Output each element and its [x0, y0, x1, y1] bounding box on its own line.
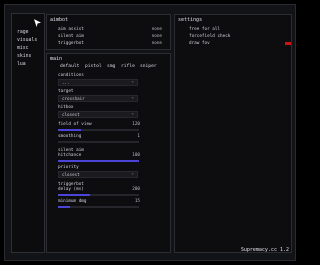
conditions-dropdown[interactable]: ... ⌄	[58, 79, 138, 86]
sidebar-item-visuals[interactable]: visuals	[17, 38, 37, 43]
sidebar-item-skins[interactable]: skins	[17, 54, 31, 59]
sidebar-item-lua[interactable]: lua	[17, 62, 26, 67]
chevron-down-icon: ⌄	[131, 79, 134, 84]
sidebar-item-rage[interactable]: rage	[17, 30, 29, 35]
minimum-dmg-label: minimum dmg	[58, 199, 87, 204]
field-of-view-fill	[58, 129, 81, 131]
chevron-down-icon: ⌄	[131, 95, 134, 100]
silent-aim-hitchance-slider[interactable]	[58, 160, 139, 162]
field-of-view-slider[interactable]	[58, 129, 139, 131]
triggerbot-delay-slider[interactable]	[58, 194, 139, 196]
chevron-down-icon: ⌄	[131, 111, 134, 116]
chevron-down-icon: ⌄	[131, 171, 134, 176]
priority-value: closest	[62, 172, 80, 177]
tab-smg[interactable]: smg	[107, 64, 115, 69]
target-label: target	[58, 89, 74, 94]
priority-label: priority	[58, 165, 79, 170]
field-of-view-value: 120	[132, 122, 140, 127]
tab-rifle[interactable]: rifle	[121, 64, 135, 69]
smoothing-label: smoothing	[58, 134, 82, 139]
main-panel: main default pistol smg rifle sniper con…	[46, 53, 171, 253]
hitbox-label: hitbox	[58, 105, 74, 110]
sidebar-item-misc[interactable]: misc	[17, 46, 29, 51]
smoothing-value: 1	[137, 134, 140, 139]
smoothing-slider[interactable]	[58, 141, 139, 143]
minimum-dmg-fill	[58, 206, 71, 208]
silent-aim-label: silent aim	[58, 34, 84, 39]
priority-dropdown[interactable]: closest ⌄	[58, 171, 138, 178]
sidebar: rage visuals misc skins lua	[11, 13, 45, 253]
aimbot-title: aimbot	[50, 17, 69, 23]
free-for-all-label: free for all	[189, 27, 221, 32]
field-of-view-label: field of view	[58, 122, 92, 127]
silent-aim-keybind[interactable]: none	[152, 34, 162, 39]
target-value: crosshair	[62, 96, 85, 101]
cursor-logo-icon	[34, 19, 41, 27]
main-title: main	[50, 56, 63, 62]
conditions-value: ...	[62, 80, 70, 85]
app-window: rage visuals misc skins lua aimbot aim a…	[4, 4, 296, 261]
hitbox-value: closest	[62, 112, 80, 117]
settings-title: settings	[178, 17, 203, 23]
triggerbot-delay-fill	[58, 194, 91, 196]
tab-pistol[interactable]: pistol	[85, 64, 102, 69]
tab-default[interactable]: default	[60, 64, 79, 69]
silent-aim-hitchance-label-2: hitchance	[58, 153, 82, 158]
draw-fov-color-swatch[interactable]	[285, 42, 291, 45]
forcefield-check-label: forcefield check	[189, 34, 231, 39]
conditions-label: conditions	[58, 73, 84, 78]
aimbot-panel: aimbot aim assist none silent aim none t…	[46, 14, 171, 50]
minimum-dmg-value: 15	[134, 199, 140, 204]
silent-aim-hitchance-value: 100	[132, 153, 140, 158]
hitbox-dropdown[interactable]: closest ⌄	[58, 111, 138, 118]
brand-footer: Supremacy.cc 1.2	[240, 247, 289, 253]
target-dropdown[interactable]: crosshair ⌄	[58, 95, 138, 102]
aim-assist-keybind[interactable]: none	[152, 27, 162, 32]
settings-panel: settings free for all forcefield check d…	[174, 14, 292, 253]
draw-fov-label: draw fov	[189, 41, 210, 46]
triggerbot-delay-label-2: delay (ms)	[58, 187, 84, 192]
triggerbot-label: triggerbot	[58, 41, 84, 46]
triggerbot-keybind[interactable]: none	[152, 41, 162, 46]
silent-aim-hitchance-fill	[58, 160, 139, 162]
tab-sniper[interactable]: sniper	[140, 64, 157, 69]
aim-assist-label: aim assist	[58, 27, 84, 32]
minimum-dmg-slider[interactable]	[58, 206, 139, 208]
triggerbot-delay-value: 200	[132, 187, 140, 192]
